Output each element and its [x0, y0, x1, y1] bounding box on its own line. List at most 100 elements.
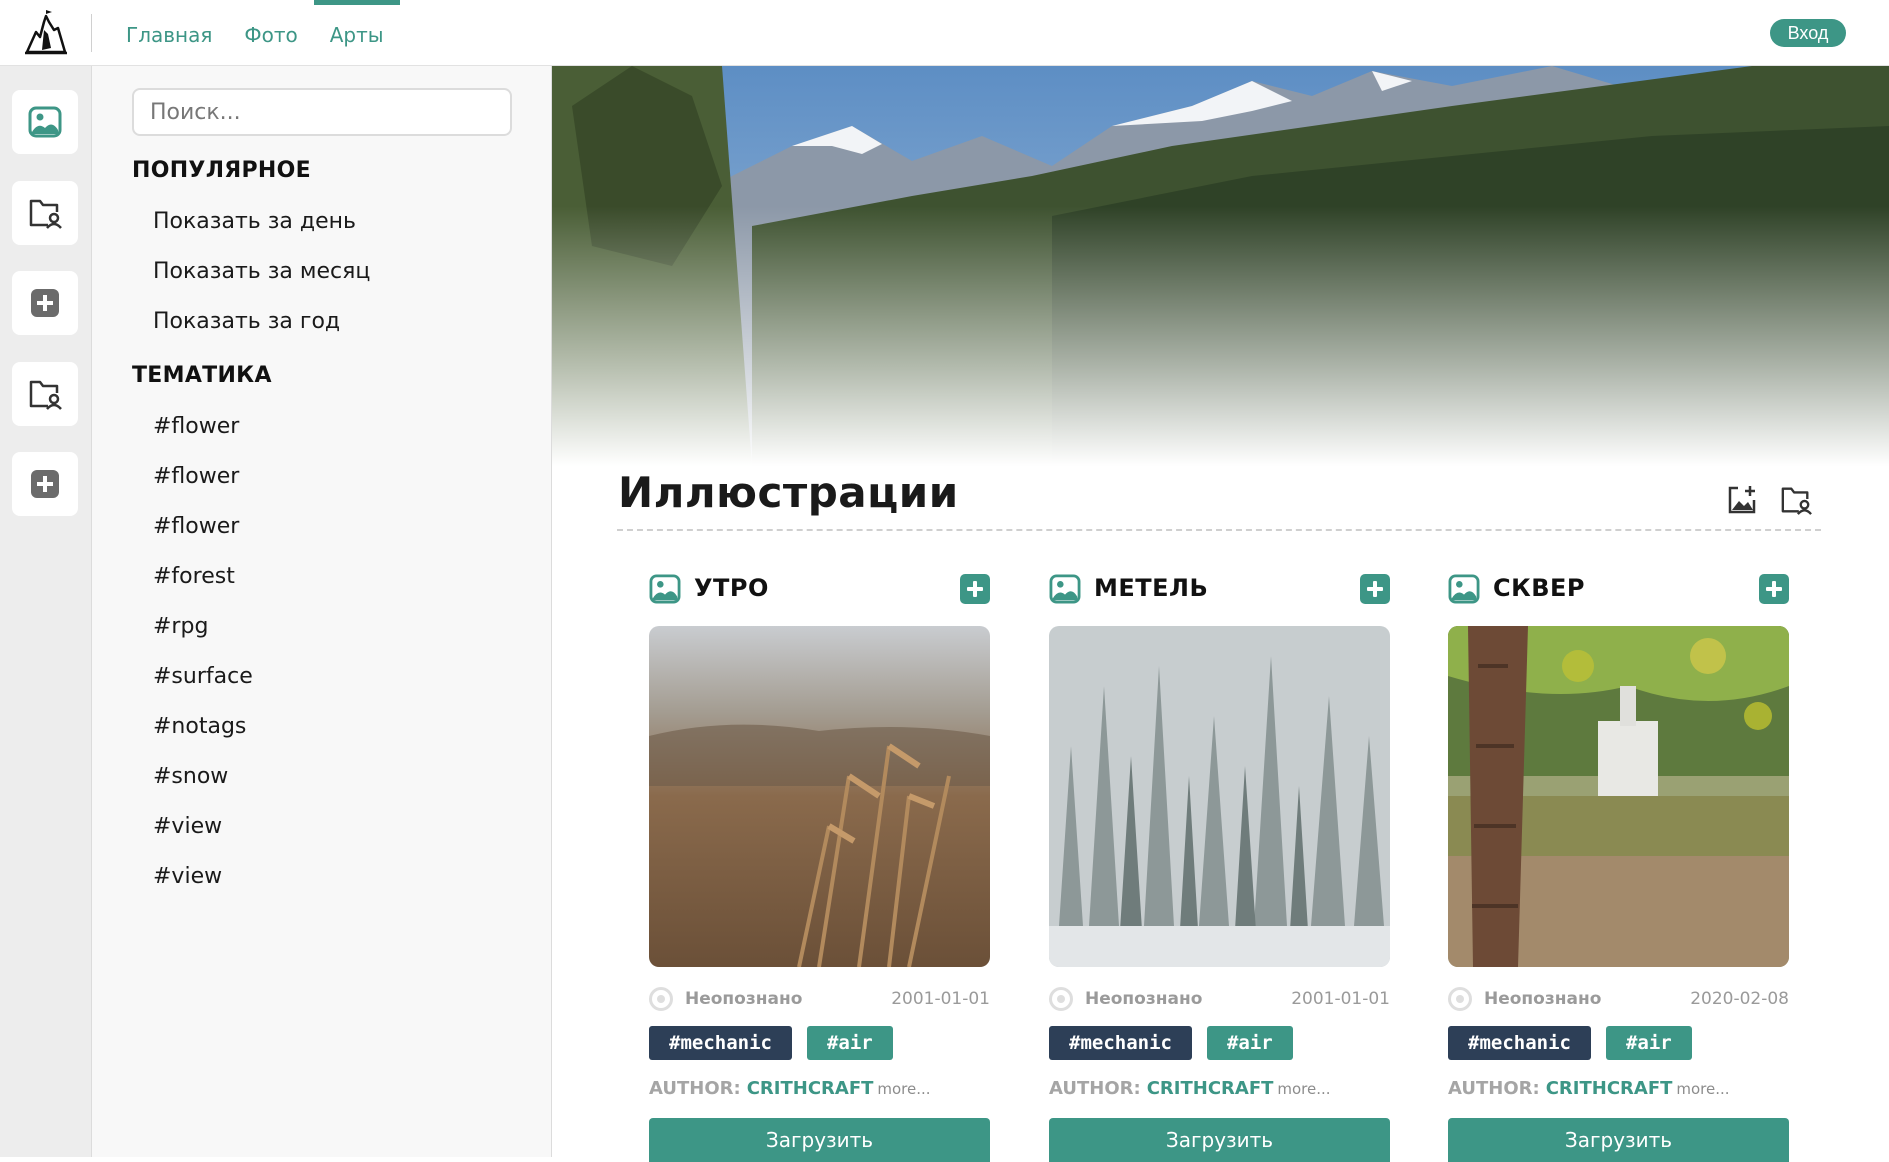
user-avatar-icon	[1049, 987, 1073, 1011]
author-label: AUTHOR:	[1049, 1078, 1141, 1099]
filter-sidebar: ПОПУЛЯРНОЕ Показать за день Показать за …	[92, 66, 552, 1157]
rail-add-button-2[interactable]	[12, 452, 78, 516]
hero-banner	[552, 66, 1889, 466]
topics-list: #flower #flower #flower #forest #rpg #su…	[153, 402, 253, 902]
mountain-forest-banner-image	[552, 66, 1889, 466]
card-header: СКВЕР	[1448, 568, 1789, 612]
art-card: МЕТЕЛЬ Неопознано 2001-01-01 #mechanic #…	[1049, 568, 1390, 1162]
main-nav: Главная Фото Арты	[110, 0, 400, 66]
folder-user-icon[interactable]	[1780, 484, 1812, 516]
card-add-button[interactable]	[960, 574, 990, 604]
card-username[interactable]: Неопознано	[1484, 989, 1601, 1009]
popular-heading: ПОПУЛЯРНОЕ	[132, 158, 311, 183]
card-header: МЕТЕЛЬ	[1049, 568, 1390, 612]
card-add-button[interactable]	[1759, 574, 1789, 604]
card-add-button[interactable]	[1360, 574, 1390, 604]
top-navbar: Главная Фото Арты Вход	[0, 0, 1889, 66]
tag-badge[interactable]: #mechanic	[1049, 1026, 1192, 1060]
card-title: УТРО	[694, 574, 769, 602]
upload-button[interactable]: Загрузить	[1448, 1118, 1789, 1162]
nav-item-photo[interactable]: Фото	[228, 0, 313, 66]
card-author: AUTHOR: CRITHCRAFT more...	[1448, 1078, 1730, 1099]
topics-heading: ТЕМАТИКА	[132, 363, 272, 388]
image-icon	[1049, 574, 1081, 604]
card-tags: #mechanic #air	[1448, 1026, 1692, 1060]
card-meta: Неопознано 2001-01-01	[1049, 984, 1390, 1014]
topic-item[interactable]: #flower	[153, 402, 253, 452]
card-tags: #mechanic #air	[649, 1026, 893, 1060]
topic-item[interactable]: #flower	[153, 502, 253, 552]
topic-item[interactable]: #surface	[153, 652, 253, 702]
tag-badge[interactable]: #air	[1605, 1026, 1692, 1060]
card-author: AUTHOR: CRITHCRAFT more...	[649, 1078, 931, 1099]
plus-icon	[31, 470, 59, 498]
author-label: AUTHOR:	[1448, 1078, 1540, 1099]
tag-badge[interactable]: #air	[1206, 1026, 1293, 1060]
plus-icon	[31, 289, 59, 317]
author-name-link[interactable]: CRITHCRAFT	[1546, 1078, 1673, 1099]
topic-item[interactable]: #view	[153, 852, 253, 902]
card-meta: Неопознано 2020-02-08	[1448, 984, 1789, 1014]
search-input[interactable]	[132, 88, 512, 136]
image-icon	[649, 574, 681, 604]
topic-item[interactable]: #snow	[153, 752, 253, 802]
topic-item[interactable]: #flower	[153, 452, 253, 502]
icon-rail	[0, 66, 92, 1157]
card-image[interactable]	[1448, 626, 1789, 967]
rail-gallery-button[interactable]	[12, 90, 78, 154]
card-title: МЕТЕЛЬ	[1094, 574, 1209, 602]
card-tags: #mechanic #air	[1049, 1026, 1293, 1060]
nav-item-arts[interactable]: Арты	[313, 0, 400, 66]
navbar-divider	[91, 14, 92, 52]
author-label: AUTHOR:	[649, 1078, 741, 1099]
topic-item[interactable]: #forest	[153, 552, 253, 602]
add-image-icon[interactable]	[1726, 484, 1758, 516]
popular-item-month[interactable]: Показать за месяц	[153, 247, 370, 297]
art-card: СКВЕР Неопознано 2020-02-08 #mechanic #a…	[1448, 568, 1789, 1162]
card-image[interactable]	[649, 626, 990, 967]
author-name-link[interactable]: CRITHCRAFT	[747, 1078, 874, 1099]
card-date: 2020-02-08	[1690, 989, 1789, 1009]
dry-grass-photo	[649, 626, 990, 967]
card-date: 2001-01-01	[1291, 989, 1390, 1009]
more-link[interactable]: more...	[1277, 1080, 1330, 1098]
card-date: 2001-01-01	[891, 989, 990, 1009]
card-author: AUTHOR: CRITHCRAFT more...	[1049, 1078, 1331, 1099]
card-username[interactable]: Неопознано	[1085, 989, 1202, 1009]
rail-user-folder-button-2[interactable]	[12, 362, 78, 426]
user-avatar-icon	[649, 987, 673, 1011]
snowy-forest-photo	[1049, 626, 1390, 967]
more-link[interactable]: more...	[877, 1080, 930, 1098]
card-username[interactable]: Неопознано	[685, 989, 802, 1009]
folder-user-icon	[29, 199, 62, 229]
park-square-photo	[1448, 626, 1789, 967]
card-meta: Неопознано 2001-01-01	[649, 984, 990, 1014]
author-name-link[interactable]: CRITHCRAFT	[1147, 1078, 1274, 1099]
card-image[interactable]	[1049, 626, 1390, 967]
image-icon	[28, 106, 62, 138]
rail-user-folder-button[interactable]	[12, 181, 78, 245]
topic-item[interactable]: #notags	[153, 702, 253, 752]
upload-button[interactable]: Загрузить	[649, 1118, 990, 1162]
card-header: УТРО	[649, 568, 990, 612]
image-icon	[1448, 574, 1480, 604]
art-card: УТРО Неопознано 2001-01-01 #mechanic #ai…	[649, 568, 990, 1162]
popular-item-day[interactable]: Показать за день	[153, 197, 370, 247]
tag-badge[interactable]: #air	[806, 1026, 893, 1060]
topic-item[interactable]: #rpg	[153, 602, 253, 652]
upload-button[interactable]: Загрузить	[1049, 1118, 1390, 1162]
login-button[interactable]: Вход	[1770, 19, 1846, 47]
popular-list: Показать за день Показать за месяц Показ…	[153, 197, 370, 347]
topic-item[interactable]: #view	[153, 802, 253, 852]
more-link[interactable]: more...	[1676, 1080, 1729, 1098]
logo-icon[interactable]	[24, 10, 68, 56]
folder-user-icon	[29, 380, 62, 410]
user-avatar-icon	[1448, 987, 1472, 1011]
tag-badge[interactable]: #mechanic	[1448, 1026, 1591, 1060]
nav-item-home[interactable]: Главная	[110, 0, 228, 66]
card-title: СКВЕР	[1493, 574, 1586, 602]
popular-item-year[interactable]: Показать за год	[153, 297, 370, 347]
rail-add-button[interactable]	[12, 271, 78, 335]
tag-badge[interactable]: #mechanic	[649, 1026, 792, 1060]
section-actions	[1726, 484, 1812, 516]
